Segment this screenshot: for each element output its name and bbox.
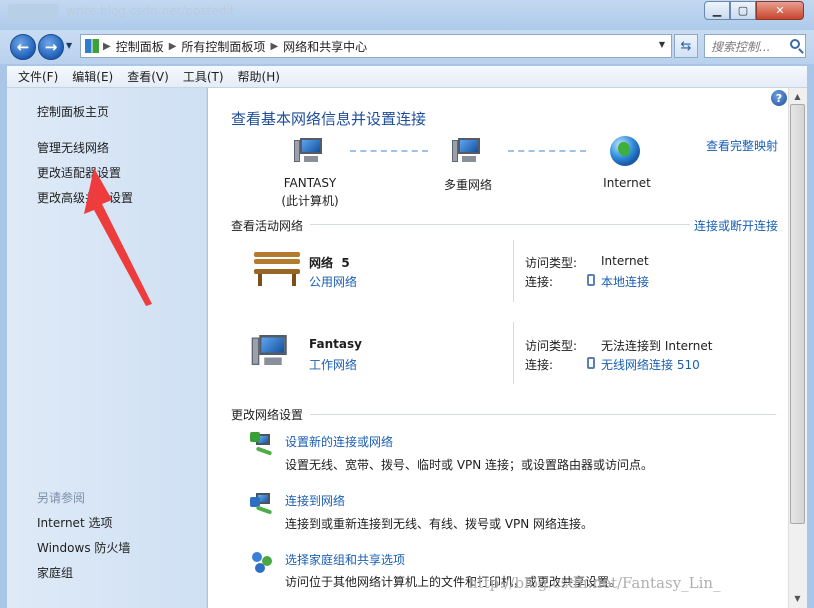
connection-label: 连接: [525, 275, 554, 289]
address-bar[interactable]: ▶ 控制面板 ▶ 所有控制面板项 ▶ 网络和共享中心 ▼ [80, 34, 672, 58]
breadcrumb-item[interactable]: 网络和共享中心 [283, 38, 367, 55]
menu-view[interactable]: 查看(V) [120, 68, 176, 85]
page-title: 查看基本网络信息并设置连接 [231, 110, 427, 128]
map-connection-line [350, 150, 428, 152]
window-title: write.blog.csdn.net/postedit [66, 4, 235, 18]
task-homegroup-link[interactable]: 选择家庭组和共享选项 [285, 551, 405, 568]
section-divider [310, 224, 690, 225]
breadcrumb-item[interactable]: 所有控制面板项 [181, 38, 265, 55]
window-controls: ▁ ▢ ✕ [704, 1, 806, 21]
computer-icon [294, 136, 328, 164]
access-type-value: 无法连接到 Internet [601, 339, 713, 353]
access-type-label: 访问类型: [525, 339, 578, 353]
maximize-button[interactable]: ▢ [730, 1, 756, 20]
connection-label: 连接: [525, 358, 554, 372]
work-network-icon [251, 333, 295, 368]
wireless-connection-icon [587, 357, 595, 369]
network-type-link[interactable]: 工作网络 [309, 356, 357, 373]
sidebar-home-link[interactable]: 控制面板主页 [37, 103, 109, 120]
access-type-label: 访问类型: [525, 256, 578, 270]
sidebar-item-homegroup[interactable]: 家庭组 [37, 564, 73, 581]
network-type-link[interactable]: 公用网络 [309, 273, 357, 290]
change-settings-heading: 更改网络设置 [231, 408, 304, 422]
minimize-button[interactable]: ▁ [704, 1, 730, 20]
access-type-value: Internet [601, 254, 649, 268]
network-divider [513, 240, 514, 302]
task-description: 设置无线、宽带、拨号、临时或 VPN 连接；或设置路由器或访问点。 [285, 458, 654, 472]
network-divider [513, 322, 514, 384]
search-input[interactable]: 搜索控制... [704, 34, 806, 58]
menu-bar: 文件(F) 编辑(E) 查看(V) 工具(T) 帮助(H) [7, 66, 807, 88]
sidebar-item-internet-options[interactable]: Internet 选项 [37, 514, 112, 531]
annotation-arrow-icon [84, 168, 152, 306]
search-placeholder: 搜索控制... [711, 39, 771, 54]
back-button[interactable]: ← [10, 34, 36, 60]
active-networks-heading: 查看活动网络 [231, 219, 304, 233]
breadcrumb-item[interactable]: 控制面板 [116, 38, 164, 55]
refresh-button[interactable]: ⇆ [674, 34, 698, 58]
menu-tools[interactable]: 工具(T) [176, 68, 231, 85]
task-description: 连接到或重新连接到无线、有线、拨号或 VPN 网络连接。 [285, 517, 594, 531]
scroll-up-arrow-icon[interactable]: ▲ [789, 88, 806, 105]
connect-network-icon [250, 491, 276, 515]
full-map-link[interactable]: 查看完整映射 [706, 137, 778, 154]
see-also-heading: 另请参阅 [37, 491, 86, 505]
help-icon[interactable]: ? [771, 90, 787, 106]
scroll-down-arrow-icon[interactable]: ▼ [789, 590, 806, 607]
section-divider [310, 414, 776, 415]
computer-subtitle: (此计算机) [281, 194, 339, 208]
scrollbar-thumb[interactable] [790, 104, 805, 524]
forward-button[interactable]: → [38, 34, 64, 60]
chevron-right-icon[interactable]: ▶ [169, 41, 177, 52]
new-connection-icon [250, 432, 276, 456]
menu-file[interactable]: 文件(F) [11, 68, 65, 85]
computer-name: FANTASY [283, 176, 337, 190]
chevron-right-icon[interactable]: ▶ [270, 41, 278, 52]
task-connect-network-link[interactable]: 连接到网络 [285, 492, 345, 509]
internet-globe-icon [610, 136, 640, 166]
connection-link[interactable]: 本地连接 [601, 273, 649, 290]
menu-edit[interactable]: 编辑(E) [65, 68, 120, 85]
sidebar-item-manage-wireless[interactable]: 管理无线网络 [37, 139, 109, 156]
homegroup-sharing-icon [250, 550, 276, 574]
connect-disconnect-link[interactable]: 连接或断开连接 [694, 217, 778, 234]
recent-pages-dropdown[interactable]: ▼ [66, 41, 72, 50]
menu-help[interactable]: 帮助(H) [231, 68, 287, 85]
watermark: http://blog.csdn.net/Fantasy_Lin_ [468, 574, 721, 592]
search-icon[interactable] [790, 39, 800, 49]
public-network-bench-icon [252, 250, 302, 288]
network-name: 网络 5 [309, 256, 350, 270]
sidebar-item-windows-firewall[interactable]: Windows 防火墙 [37, 539, 130, 556]
multiple-networks-label: 多重网络 [443, 178, 492, 192]
internet-label: Internet [603, 176, 651, 190]
wired-connection-icon [587, 274, 595, 286]
window-icon [8, 4, 58, 20]
map-connection-line [508, 150, 586, 152]
chevron-right-icon[interactable]: ▶ [103, 41, 111, 52]
connection-link[interactable]: 无线网络连接 510 [601, 356, 700, 373]
task-setup-connection-link[interactable]: 设置新的连接或网络 [285, 433, 393, 450]
control-panel-icon [85, 39, 99, 53]
close-button[interactable]: ✕ [756, 1, 804, 20]
address-dropdown-icon[interactable]: ▼ [659, 40, 665, 49]
multiple-networks-icon [452, 136, 486, 164]
network-name: Fantasy [309, 337, 362, 351]
